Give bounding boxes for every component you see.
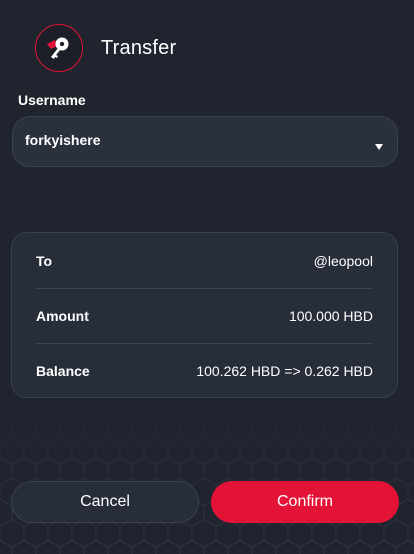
detail-value: 100.000 HBD <box>288 308 373 324</box>
key-icon <box>47 37 69 59</box>
confirm-button[interactable]: Confirm <box>211 481 399 523</box>
detail-row-amount: Amount 100.000 HBD <box>36 288 373 344</box>
detail-label: Amount <box>36 308 89 324</box>
detail-row-to: To @leopool <box>36 233 373 289</box>
detail-value: @leopool <box>313 253 373 269</box>
detail-label: Balance <box>36 363 90 379</box>
detail-label: To <box>36 253 53 269</box>
username-select[interactable]: forkyishere <box>12 116 398 167</box>
username-label: Username <box>18 92 86 108</box>
header: Transfer <box>35 22 176 74</box>
hex-pattern-background <box>0 395 414 554</box>
detail-value: 100.262 HBD => 0.262 HBD <box>196 363 373 379</box>
app-logo <box>35 24 83 72</box>
transfer-details-card: To @leopool Amount 100.000 HBD Balance 1… <box>11 232 398 398</box>
caret-down-icon <box>375 144 383 150</box>
username-value: forkyishere <box>25 131 101 148</box>
detail-row-balance: Balance 100.262 HBD => 0.262 HBD <box>36 343 373 399</box>
page-title: Transfer <box>101 36 177 59</box>
cancel-button[interactable]: Cancel <box>11 481 199 523</box>
